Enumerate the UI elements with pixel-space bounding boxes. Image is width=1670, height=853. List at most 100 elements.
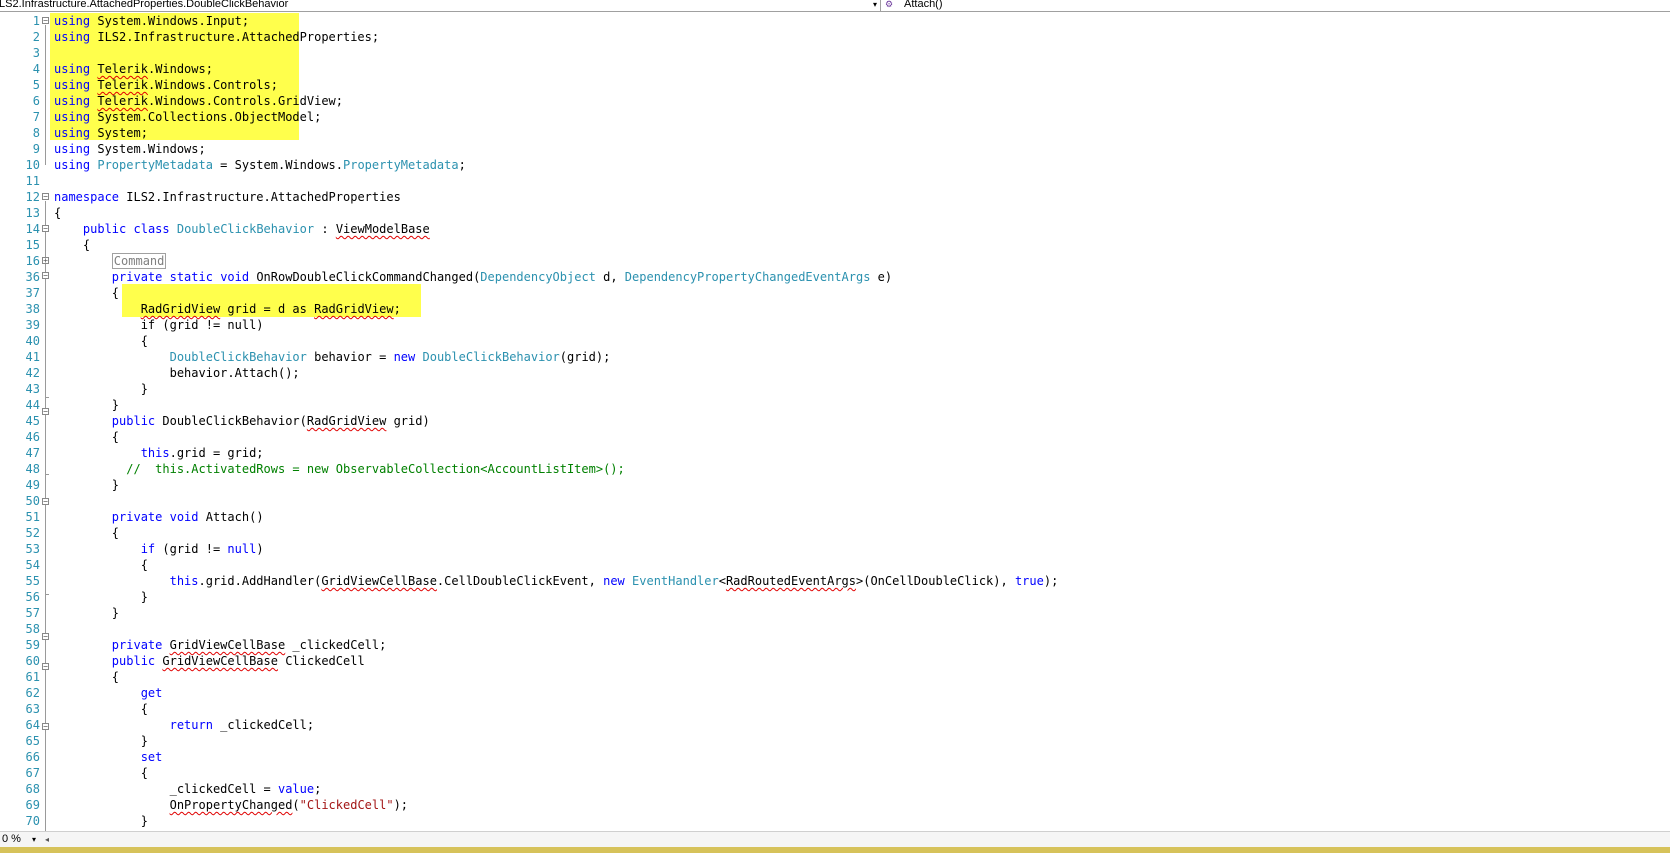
line-number: 40: [25, 334, 40, 348]
collapse-icon[interactable]: −: [42, 17, 49, 25]
line-number: 38: [25, 302, 40, 316]
line-number: 48: [25, 462, 40, 476]
line-number: 36: [25, 270, 40, 284]
line-number: 12: [25, 190, 40, 204]
code-line: return _clickedCell;: [169, 718, 315, 732]
editor-bottom-bar: 0 % ▾ ◂: [0, 831, 1670, 847]
code-line: {: [54, 766, 148, 780]
collapse-icon[interactable]: −: [42, 723, 49, 731]
code-line: Command: [54, 253, 1058, 269]
collapse-icon[interactable]: −: [42, 225, 49, 233]
code-line: using Telerik.Windows;: [54, 62, 213, 76]
line-number-gutter: 1 2 3 4 5 6 7 8 9 10 11 12 13 14 15 16 3…: [0, 13, 40, 829]
code-line: public class DoubleClickBehavior : ViewM…: [82, 222, 430, 236]
code-line: _clickedCell = value;: [54, 782, 322, 796]
outline-guide: [45, 25, 46, 165]
code-line: {: [54, 558, 148, 572]
type-dropdown[interactable]: ILS2.Infrastructure.AttachedProperties.D…: [0, 0, 288, 10]
code-line: private static void OnRowDoubleClickComm…: [111, 270, 893, 284]
collapse-icon[interactable]: −: [42, 498, 49, 506]
line-number: 42: [25, 366, 40, 380]
collapsed-region-label[interactable]: Command: [111, 253, 167, 269]
code-line: namespace ILS2.Infrastructure.AttachedPr…: [54, 190, 401, 204]
code-line: OnPropertyChanged("ClickedCell");: [169, 798, 409, 812]
line-number: 61: [25, 670, 40, 684]
horizontal-scrollbar[interactable]: ◂: [40, 832, 1670, 847]
collapse-icon[interactable]: −: [42, 408, 49, 416]
outline-guide: [45, 201, 46, 831]
line-number: 15: [25, 238, 40, 252]
code-line: private GridViewCellBase _clickedCell;: [111, 638, 387, 652]
code-line: private void Attach(): [111, 510, 264, 524]
line-number: 46: [25, 430, 40, 444]
code-line: }: [54, 814, 148, 828]
line-number: 53: [25, 542, 40, 556]
expand-icon[interactable]: +: [42, 257, 49, 265]
outline-end: [45, 397, 49, 398]
code-line: }: [54, 382, 148, 396]
zoom-level[interactable]: 0 %: [2, 832, 21, 847]
outline-end: [45, 474, 49, 475]
outline-end: [45, 594, 49, 595]
line-number: 7: [32, 110, 40, 124]
line-number: 11: [25, 174, 40, 188]
line-number: 13: [25, 206, 40, 220]
code-line: DoubleClickBehavior behavior = new Doubl…: [169, 350, 611, 364]
code-line: {: [54, 206, 62, 220]
code-line: this.grid = grid;: [140, 446, 264, 460]
line-number: 10: [25, 158, 40, 172]
line-number: 67: [25, 766, 40, 780]
scroll-left-icon[interactable]: ◂: [45, 832, 49, 847]
member-dropdown[interactable]: Attach(): [904, 0, 943, 10]
line-number: 37: [25, 286, 40, 300]
code-line: using System.Collections.ObjectModel;: [54, 110, 322, 124]
code-line: using System.Windows;: [54, 142, 206, 156]
collapse-icon[interactable]: −: [42, 633, 49, 641]
code-text[interactable]: using System.Windows.Input; using ILS2.I…: [54, 13, 1058, 829]
code-line: }: [54, 478, 120, 492]
line-number: 58: [25, 622, 40, 636]
line-number: 50: [25, 494, 40, 508]
code-line: {: [54, 286, 120, 300]
code-line: using System;: [54, 126, 148, 140]
line-number: 64: [25, 718, 40, 732]
code-line: public GridViewCellBase ClickedCell: [111, 654, 365, 668]
code-line: {: [54, 670, 120, 684]
line-number: 47: [25, 446, 40, 460]
code-line: // this.ActivatedRows = new ObservableCo…: [126, 462, 625, 476]
navigation-bar: ILS2.Infrastructure.AttachedProperties.D…: [0, 0, 1670, 12]
code-line: if (grid != null): [54, 318, 264, 332]
line-number: 54: [25, 558, 40, 572]
code-editor[interactable]: 1 2 3 4 5 6 7 8 9 10 11 12 13 14 15 16 3…: [0, 13, 1670, 831]
line-number: 65: [25, 734, 40, 748]
zoom-dropdown-icon[interactable]: ▾: [32, 832, 36, 847]
line-number: 49: [25, 478, 40, 492]
line-number: 69: [25, 798, 40, 812]
code-line: }: [54, 606, 120, 620]
line-number: 51: [25, 510, 40, 524]
collapse-icon[interactable]: −: [42, 193, 49, 201]
code-line: using ILS2.Infrastructure.AttachedProper…: [54, 30, 380, 44]
line-number: 70: [25, 814, 40, 828]
line-number: 8: [32, 126, 40, 140]
line-number: 63: [25, 702, 40, 716]
line-number: 55: [25, 574, 40, 588]
line-number: 43: [25, 382, 40, 396]
code-line: public DoubleClickBehavior(RadGridView g…: [111, 414, 430, 428]
line-number: 57: [25, 606, 40, 620]
line-number: 52: [25, 526, 40, 540]
line-number: 3: [32, 46, 40, 60]
method-icon: ⚙: [885, 0, 894, 9]
type-dropdown-arrow-icon[interactable]: ▾: [870, 0, 881, 11]
code-line: using Telerik.Windows.Controls;: [54, 78, 278, 92]
outlining-margin: − − − + − − − − − −: [36, 13, 50, 831]
collapse-icon[interactable]: −: [42, 663, 49, 671]
code-line: using Telerik.Windows.Controls.GridView;: [54, 94, 344, 108]
collapse-icon[interactable]: −: [42, 272, 49, 280]
code-line: }: [54, 734, 148, 748]
line-number: 14: [25, 222, 40, 236]
